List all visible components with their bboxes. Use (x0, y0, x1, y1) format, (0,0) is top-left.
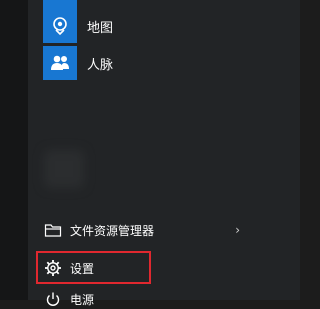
app-item-label: 人脉 (87, 57, 114, 73)
app-item-people[interactable]: 人脉 (43, 45, 263, 81)
settings-item[interactable]: 设置 (36, 253, 250, 283)
app-item-label: 地图 (87, 20, 114, 36)
file-explorer-label: 文件资源管理器 (70, 223, 155, 238)
folder-icon (44, 221, 62, 239)
people-icon (43, 46, 77, 80)
gear-icon (44, 259, 62, 277)
settings-label: 设置 (70, 261, 95, 276)
blurred-content (44, 150, 84, 188)
map-pin-icon (43, 9, 77, 43)
power-label: 电源 (70, 292, 95, 307)
app-item-maps[interactable]: 地图 (43, 8, 263, 44)
power-icon (44, 290, 62, 308)
file-explorer-item[interactable]: 文件资源管理器 › (36, 215, 250, 245)
power-item[interactable]: 电源 (36, 289, 94, 309)
chevron-right-icon[interactable]: › (235, 223, 240, 237)
left-rail (0, 0, 28, 300)
